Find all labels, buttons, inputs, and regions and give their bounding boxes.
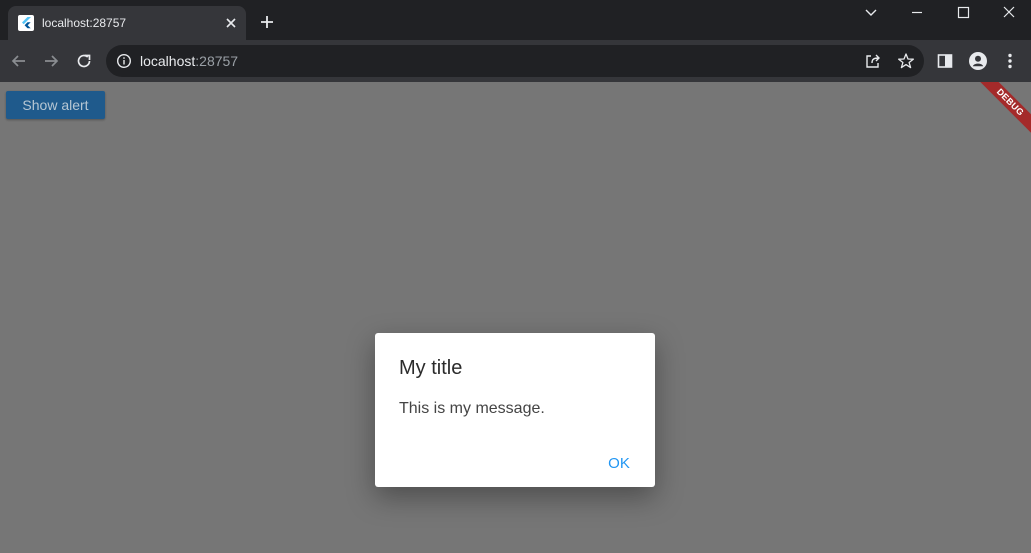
url-text: localhost:28757	[140, 53, 238, 69]
browser-toolbar: localhost:28757	[0, 40, 1031, 82]
tab-title: localhost:28757	[42, 16, 127, 30]
side-panel-icon[interactable]	[935, 51, 955, 71]
back-arrow-icon[interactable]	[9, 51, 29, 71]
kebab-menu-icon[interactable]	[1000, 51, 1020, 71]
tab-strip: localhost:28757	[0, 0, 1031, 40]
forward-arrow-icon[interactable]	[41, 51, 61, 71]
site-info-icon[interactable]	[116, 53, 132, 69]
alert-dialog: My title This is my message. OK	[375, 333, 655, 487]
debug-banner-label: DEBUG	[975, 82, 1031, 138]
url-port: :28757	[195, 53, 239, 69]
new-tab-icon[interactable]	[258, 13, 276, 31]
minimize-icon[interactable]	[907, 4, 927, 22]
ok-button[interactable]: OK	[601, 450, 637, 476]
url-host: localhost	[140, 53, 196, 69]
share-icon[interactable]	[864, 52, 882, 70]
dialog-title: My title	[399, 357, 463, 379]
bookmark-star-icon[interactable]	[897, 52, 915, 70]
address-bar[interactable]: localhost:28757	[106, 45, 924, 77]
tab-search-chevron-icon[interactable]	[861, 4, 881, 22]
dialog-message: This is my message.	[399, 400, 545, 417]
maximize-icon[interactable]	[953, 4, 973, 22]
debug-banner: DEBUG	[975, 82, 1031, 138]
close-tab-icon[interactable]	[222, 14, 240, 32]
show-alert-button[interactable]: Show alert	[6, 91, 105, 119]
browser-tab[interactable]: localhost:28757	[8, 6, 246, 40]
profile-avatar-icon[interactable]	[968, 51, 988, 71]
app-viewport: Show alert DEBUG My title This is my mes…	[0, 82, 1031, 553]
flutter-favicon-icon	[18, 15, 34, 31]
close-window-icon[interactable]	[999, 4, 1019, 22]
reload-icon[interactable]	[74, 51, 94, 71]
